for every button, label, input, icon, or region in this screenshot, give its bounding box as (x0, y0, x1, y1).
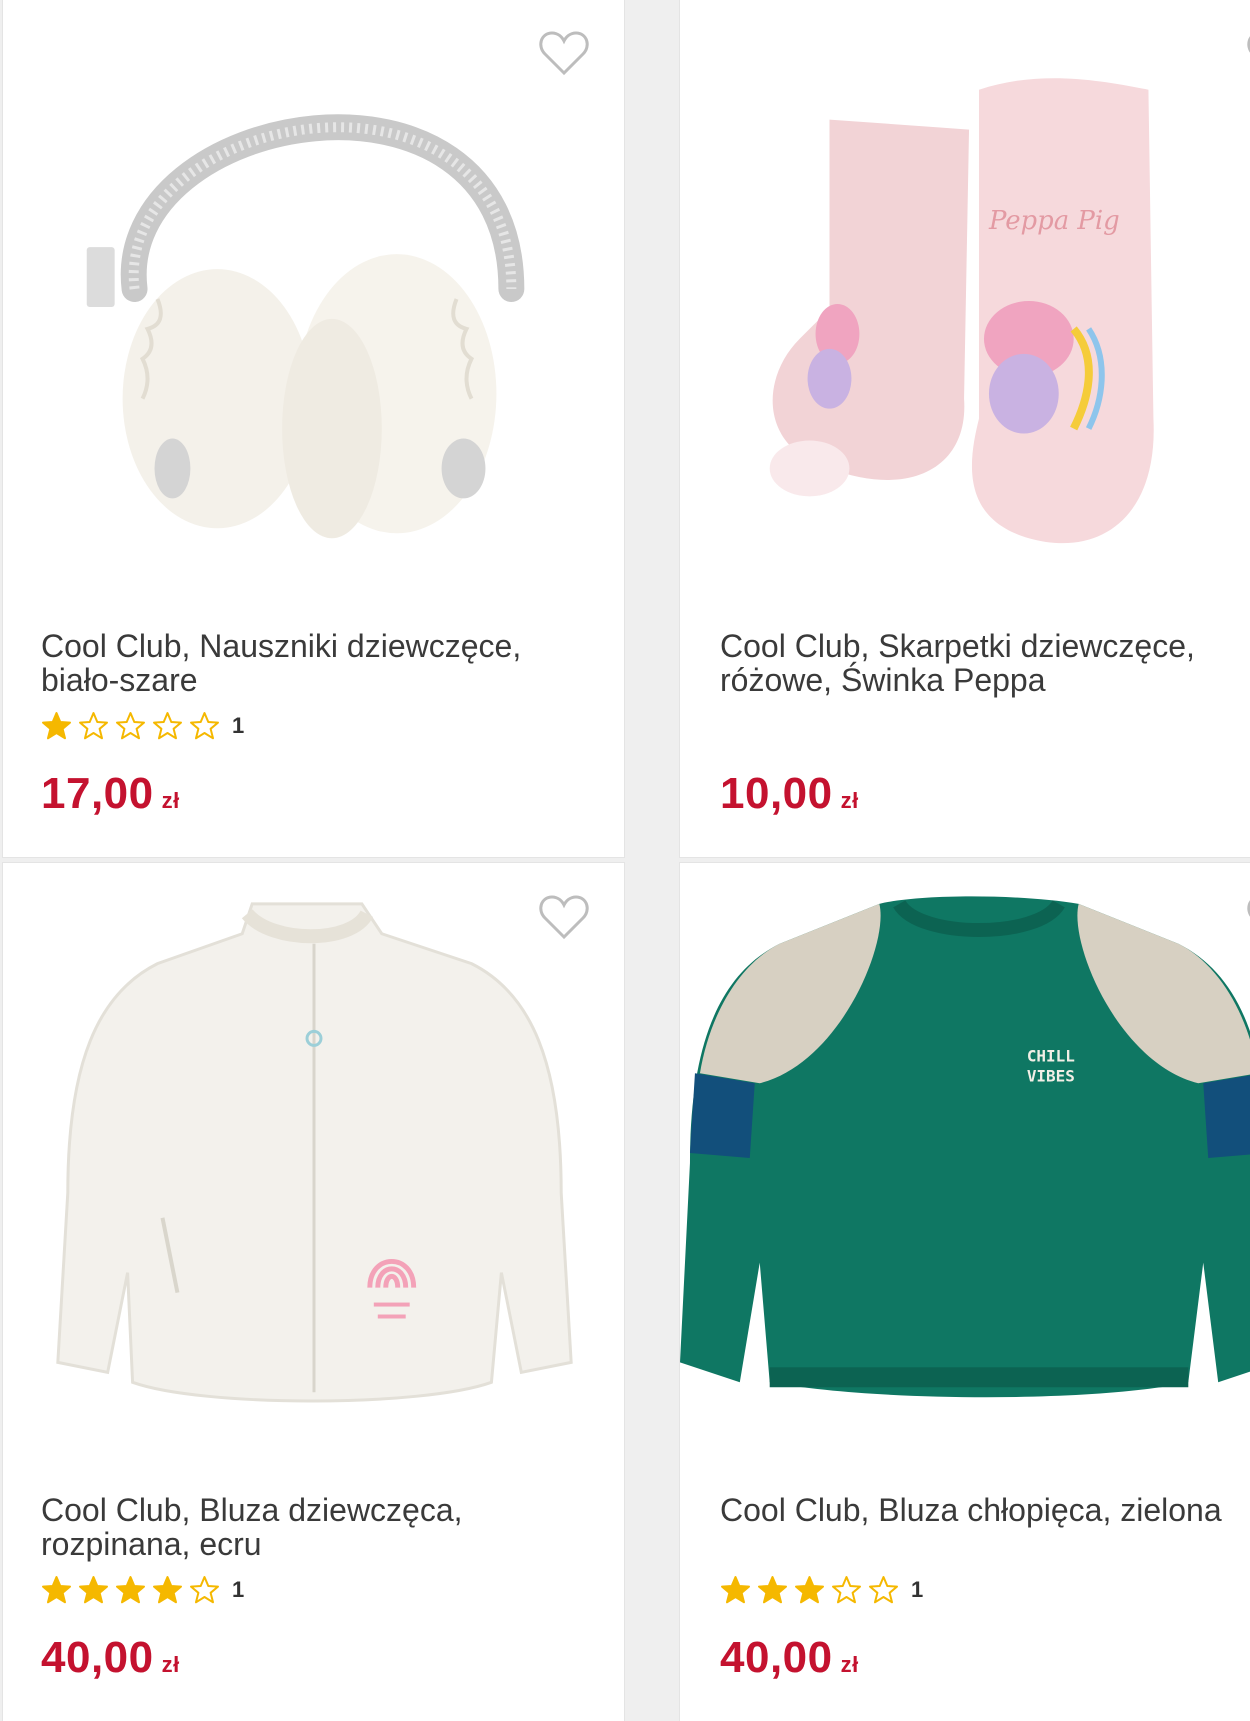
socks-image: Peppa Pig (769, 78, 1154, 544)
star-filled-icon (42, 712, 71, 740)
product-title-line-1[interactable]: Cool Club, Bluza dziewczęca, (41, 1493, 601, 1527)
sweatshirt-print-line-1: CHILL (1027, 1046, 1075, 1065)
product-price: 40,00 zł (720, 1633, 859, 1683)
product-price: 40,00 zł (41, 1633, 180, 1683)
product-title[interactable]: Cool Club, Bluza chłopięca, zielona (720, 1493, 1250, 1527)
star-empty-icon (190, 1576, 219, 1604)
price-currency: zł (161, 788, 180, 813)
product-image[interactable]: Peppa Pig (680, 0, 1250, 599)
star-empty-icon (190, 712, 219, 740)
review-count: 1 (911, 1577, 924, 1602)
review-count: 1 (232, 1577, 245, 1602)
product-image[interactable] (3, 863, 624, 1463)
star-filled-icon (758, 1576, 787, 1604)
product-grid: Cool Club, Nauszniki dziewczęce, biało-s… (0, 0, 1250, 1721)
star-filled-icon (721, 1576, 750, 1604)
heart-icon[interactable] (538, 893, 590, 941)
review-count: 1 (232, 713, 245, 738)
product-card[interactable]: Peppa Pig Cool Club, Skarpetki dziewczęc… (679, 0, 1250, 858)
star-rating: 1 (41, 1575, 244, 1605)
product-title-line-2[interactable]: biało-szare (41, 663, 601, 697)
jacket-image (56, 902, 573, 1403)
product-title-line-1[interactable]: Cool Club, Skarpetki dziewczęce, (720, 629, 1250, 663)
earmuffs-image (86, 114, 525, 539)
price-value: 40,00 (720, 1633, 833, 1682)
star-empty-icon (116, 712, 145, 740)
heart-icon[interactable] (1246, 29, 1250, 77)
star-empty-icon (869, 1576, 898, 1604)
price-currency: zł (840, 788, 859, 813)
heart-icon[interactable] (538, 29, 590, 77)
product-title[interactable]: Cool Club, Nauszniki dziewczęce, biało-s… (41, 629, 601, 697)
price-value: 10,00 (720, 769, 833, 818)
product-title-line-1[interactable]: Cool Club, Bluza chłopięca, zielona (720, 1493, 1250, 1527)
star-filled-icon (153, 1576, 182, 1604)
star-empty-icon (832, 1576, 861, 1604)
product-card[interactable]: CHILL VIBES Cool Club, Bluza chłopięca, … (679, 862, 1250, 1721)
star-filled-icon (795, 1576, 824, 1604)
product-title[interactable]: Cool Club, Skarpetki dziewczęce, różowe,… (720, 629, 1250, 697)
sweatshirt-image: CHILL VIBES (680, 896, 1250, 1398)
star-filled-icon (79, 1576, 108, 1604)
price-currency: zł (161, 1652, 180, 1677)
sweatshirt-print-line-2: VIBES (1027, 1066, 1075, 1085)
product-title-line-2[interactable]: różowe, Świnka Peppa (720, 663, 1250, 697)
price-value: 17,00 (41, 769, 154, 818)
star-empty-icon (79, 712, 108, 740)
product-price: 10,00 zł (720, 769, 859, 819)
heart-icon[interactable] (1246, 893, 1250, 941)
product-title-line-2[interactable]: rozpinana, ecru (41, 1527, 601, 1561)
product-title-line-1[interactable]: Cool Club, Nauszniki dziewczęce, (41, 629, 601, 663)
price-currency: zł (840, 1652, 859, 1677)
product-card[interactable]: Cool Club, Nauszniki dziewczęce, biało-s… (2, 0, 625, 858)
star-filled-icon (42, 1576, 71, 1604)
product-title[interactable]: Cool Club, Bluza dziewczęca, rozpinana, … (41, 1493, 601, 1561)
star-rating: 1 (41, 711, 244, 741)
price-value: 40,00 (41, 1633, 154, 1682)
star-empty-icon (153, 712, 182, 740)
socks-print-text: Peppa Pig (988, 206, 1120, 236)
product-image[interactable]: CHILL VIBES (680, 863, 1250, 1463)
product-price: 17,00 zł (41, 769, 180, 819)
star-rating: 1 (720, 1575, 923, 1605)
star-filled-icon (116, 1576, 145, 1604)
product-image[interactable] (3, 0, 624, 599)
product-card[interactable]: Cool Club, Bluza dziewczęca, rozpinana, … (2, 862, 625, 1721)
